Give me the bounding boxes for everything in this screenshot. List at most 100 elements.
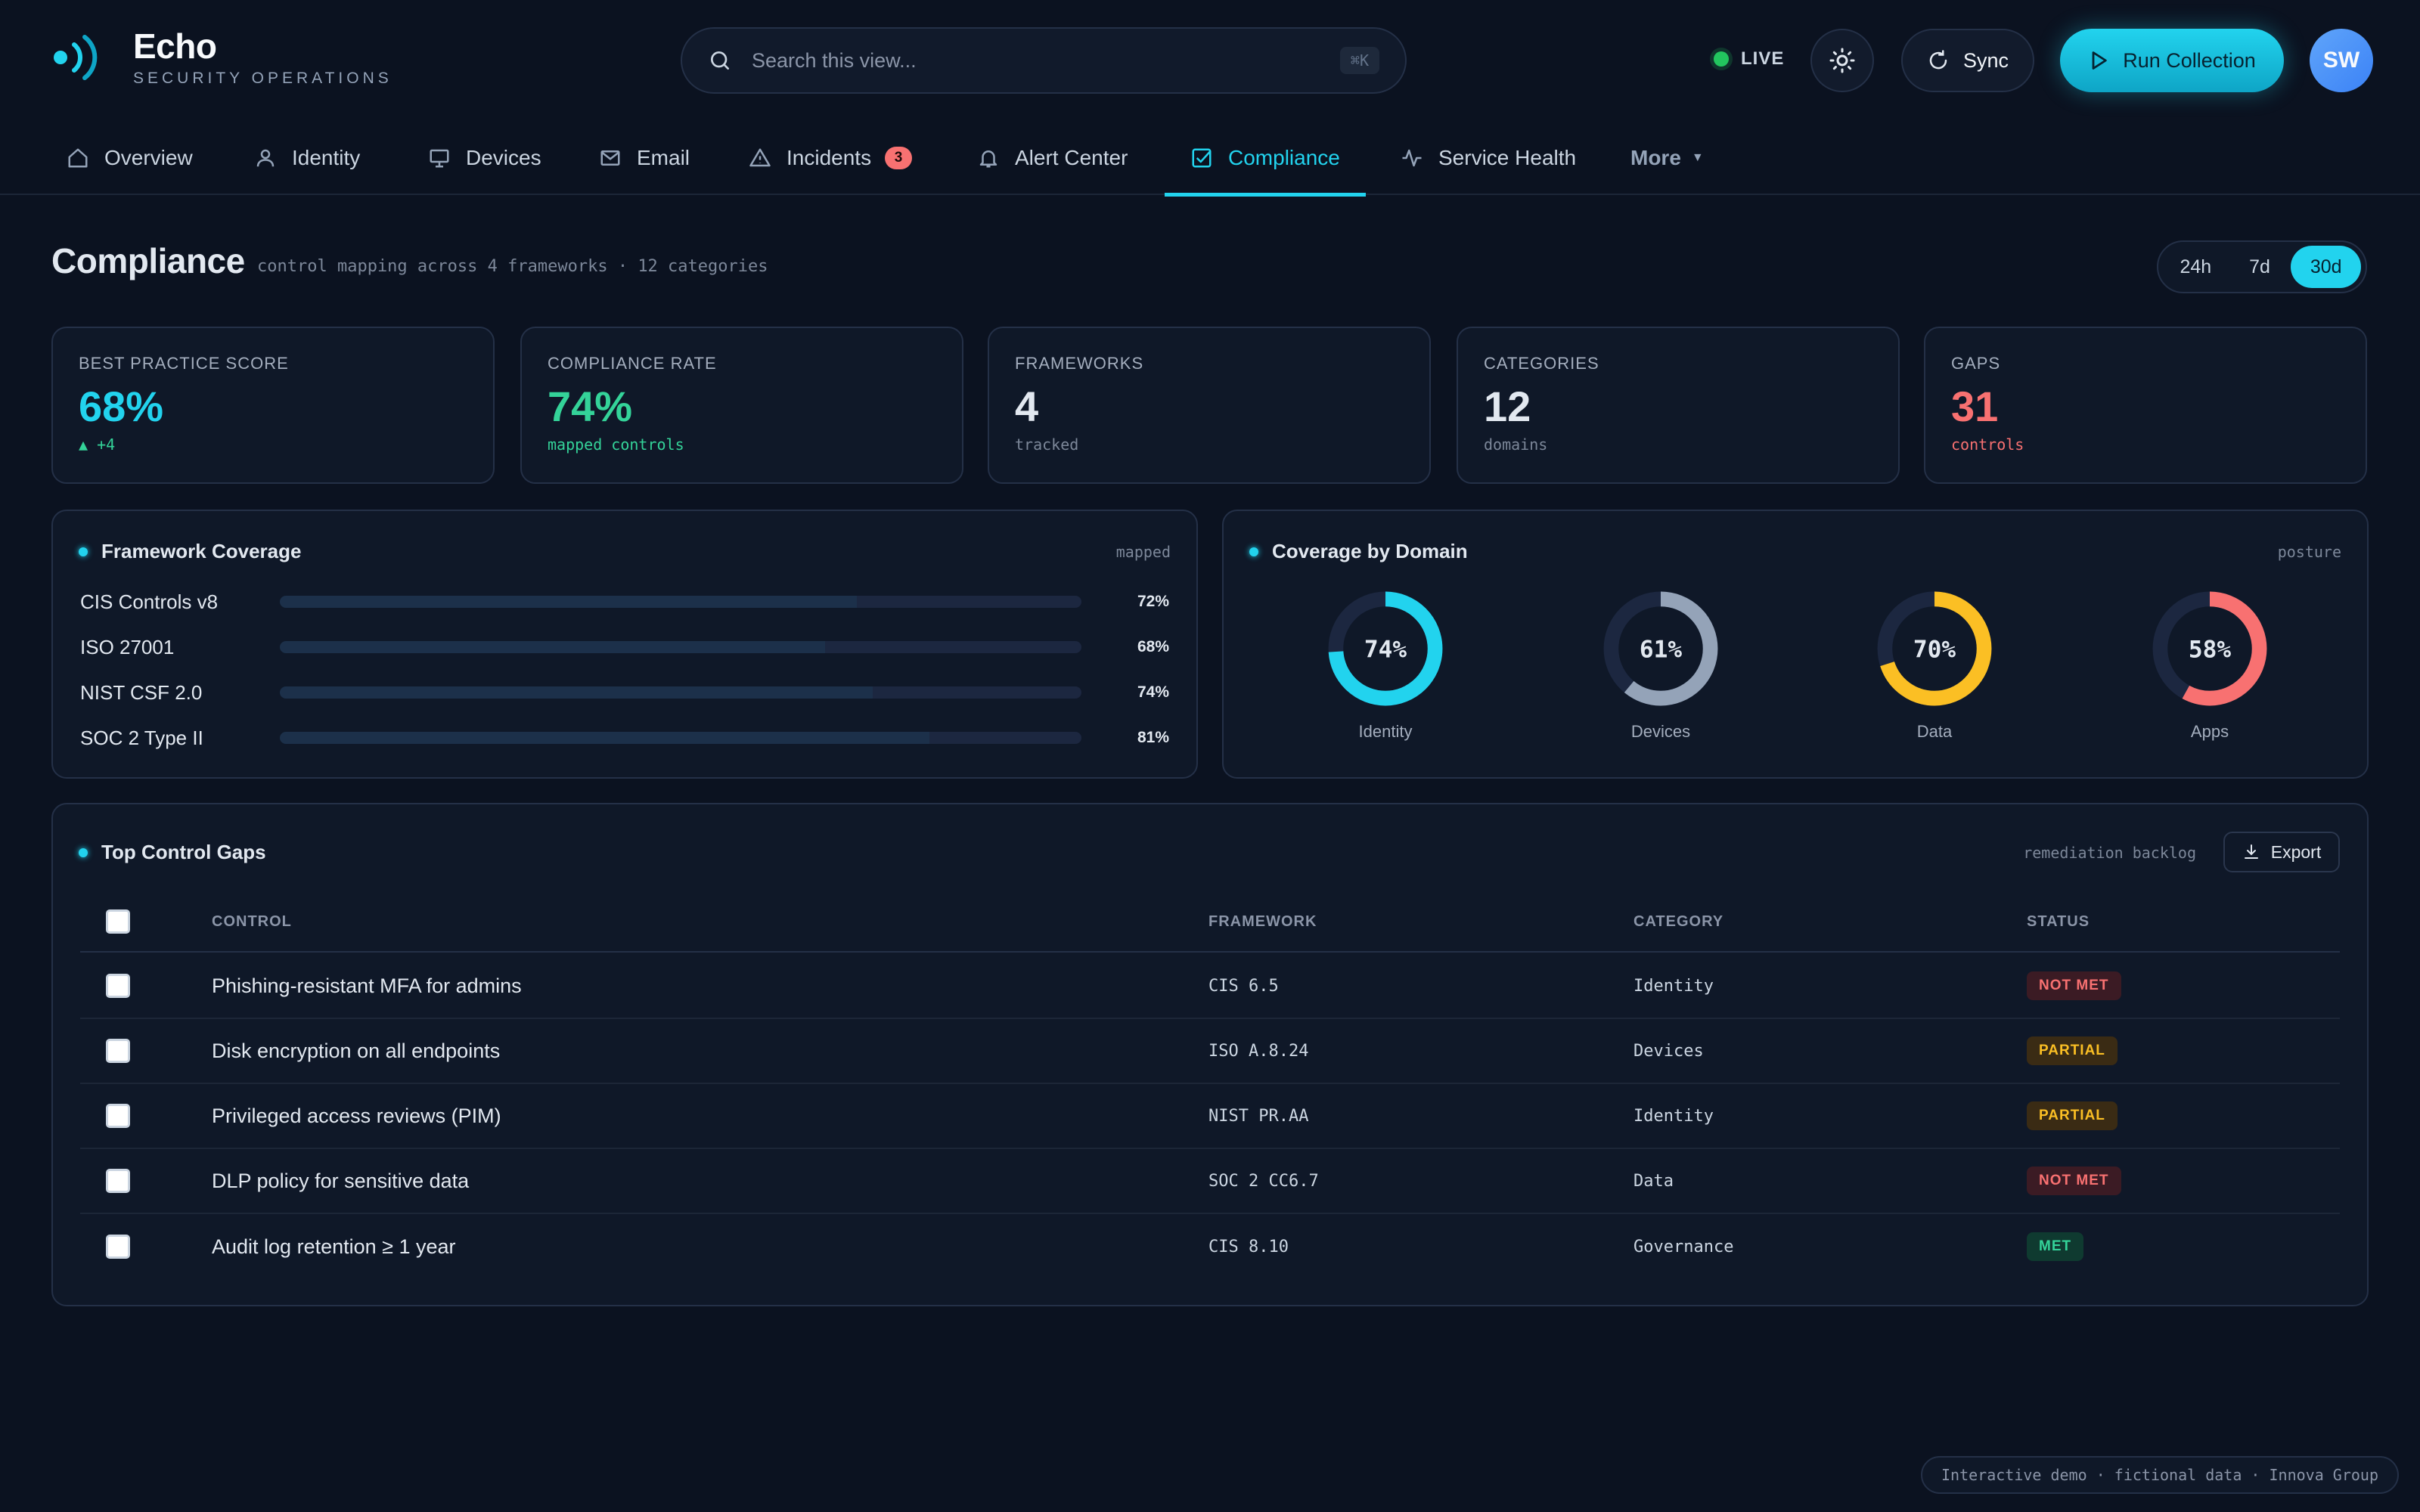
tab-incidents[interactable]: Incidents 3 [749,121,913,195]
kpi-gaps: GAPS 31 controls [1924,327,2367,484]
framework-bar [280,596,1081,608]
row-checkbox[interactable] [106,1039,130,1063]
framework-ref: CIS 6.5 [1208,976,1279,996]
play-icon [2092,51,2107,70]
column-header-framework[interactable]: FRAMEWORK [1208,913,1317,931]
kpi-label: FRAMEWORKS [1015,354,1144,373]
framework-bar [280,686,1081,699]
column-header-control[interactable]: CONTROL [212,913,292,931]
row-checkbox[interactable] [106,1104,130,1128]
category: Devices [1634,1041,1704,1061]
framework-row: ISO 27001 68% [80,632,1169,662]
category: Data [1634,1171,1674,1191]
export-label: Export [2270,841,2322,862]
category: Identity [1634,1106,1714,1126]
donut-value: 58% [2189,636,2232,663]
tab-service-health[interactable]: Service Health [1401,121,1576,195]
range-7d[interactable]: 7d [2229,246,2291,288]
sync-label: Sync [1962,48,2009,72]
status-dot [1249,547,1258,556]
tab-email[interactable]: Email [599,121,690,195]
framework-name: SOC 2 Type II [80,726,203,749]
theme-toggle-button[interactable] [1810,29,1874,92]
sync-button[interactable]: Sync [1901,29,2034,92]
search-input[interactable] [752,48,1340,73]
framework-ref: NIST PR.AA [1208,1106,1309,1126]
donut-chart: 58% [2152,591,2267,706]
donut-value: 74% [1364,636,1407,663]
tab-more[interactable]: More ▼ [1630,121,1704,195]
tab-label: Alert Center [1015,146,1128,169]
framework-ref: ISO A.8.24 [1208,1041,1309,1061]
domain-donut-identity: 74% Identity [1310,587,1461,742]
tab-label: Incidents [786,146,872,169]
column-header-status[interactable]: STATUS [2027,913,2090,931]
range-24h[interactable]: 24h [2163,246,2229,288]
table-row[interactable]: Privileged access reviews (PIM) NIST PR.… [80,1084,2340,1149]
tab-identity[interactable]: Identity [254,121,360,195]
kpi-value: 12 [1484,383,1531,430]
domain-donut-apps: 58% Apps [2134,587,2285,742]
tab-overview[interactable]: Overview [67,121,193,195]
framework-bar [280,732,1081,744]
row-checkbox[interactable] [106,1169,130,1193]
coverage-by-domain-panel: Coverage by Domain posture 74% Identity … [1222,510,2369,779]
run-collection-button[interactable]: Run Collection [2060,29,2284,92]
control-name: Disk encryption on all endpoints [212,1039,501,1062]
bell-icon [979,150,997,168]
search-box[interactable]: ⌘K [681,27,1407,94]
tab-devices[interactable]: Devices [428,121,541,195]
chevron-down-icon: ▼ [1691,151,1704,164]
panel-title-text: Coverage by Domain [1272,540,1468,562]
tab-label: Overview [104,146,193,169]
framework-bar-fill [280,641,825,653]
status-badge: NOT MET [2027,971,2121,1000]
panel-title: Coverage by Domain [1249,540,1468,563]
table-row[interactable]: Disk encryption on all endpoints ISO A.8… [80,1019,2340,1084]
status-badge: NOT MET [2027,1167,2121,1195]
tab-alert-center[interactable]: Alert Center [977,121,1128,195]
framework-name: ISO 27001 [80,635,175,658]
kpi-compliance-rate: COMPLIANCE RATE 74% mapped controls [520,327,963,484]
row-checkbox[interactable] [106,974,130,998]
donut-chart: 61% [1603,591,1718,706]
tab-label: Email [637,146,690,169]
donut-value: 61% [1640,636,1683,663]
status-badge: PARTIAL [2027,1036,2118,1065]
tab-compliance[interactable]: Compliance [1165,121,1366,197]
demo-footer-badge: Interactive demo · fictional data · Inno… [1921,1456,2399,1494]
tab-label: Compliance [1228,146,1340,169]
table-row[interactable]: DLP policy for sensitive data SOC 2 CC6.… [80,1149,2340,1214]
user-avatar[interactable]: SW [2310,29,2373,92]
echo-logo-icon [54,35,98,80]
framework-row: NIST CSF 2.0 74% [80,677,1169,708]
export-button[interactable]: Export [2223,832,2340,872]
table-row[interactable]: Phishing-resistant MFA for admins CIS 6.… [80,954,2340,1019]
panel-title-text: Framework Coverage [101,540,302,562]
row-checkbox[interactable] [106,1235,130,1259]
kpi-sub: tracked [1015,435,1079,454]
kpi-sub: controls [1951,435,2024,454]
column-header-category[interactable]: CATEGORY [1634,913,1723,931]
range-30d[interactable]: 30d [2291,246,2361,288]
live-dot [1714,51,1729,67]
donut-label: Apps [2190,722,2229,741]
kpi-label: COMPLIANCE RATE [548,354,717,373]
page-title: Compliance [51,241,245,280]
tab-label: More [1630,146,1681,169]
select-all-checkbox[interactable] [106,909,130,934]
brand[interactable]: Echo SECURITY OPERATIONS [50,27,392,88]
table-row[interactable]: Audit log retention ≥ 1 year CIS 8.10 Go… [80,1214,2340,1279]
panel-title: Top Control Gaps [79,841,266,864]
monitor-icon [430,149,449,168]
kpi-label: BEST PRACTICE SCORE [79,354,289,373]
status-dot [79,847,88,857]
user-icon [256,149,275,167]
main-nav: Overview Identity Devices Email Incident… [0,121,2420,197]
donut-label: Identity [1358,722,1413,741]
panel-tag: mapped [1115,543,1171,561]
status-badge: MET [2027,1232,2084,1261]
framework-bar-fill [280,686,873,699]
panel-title: Framework Coverage [79,540,301,563]
donut-label: Data [1916,722,1953,741]
